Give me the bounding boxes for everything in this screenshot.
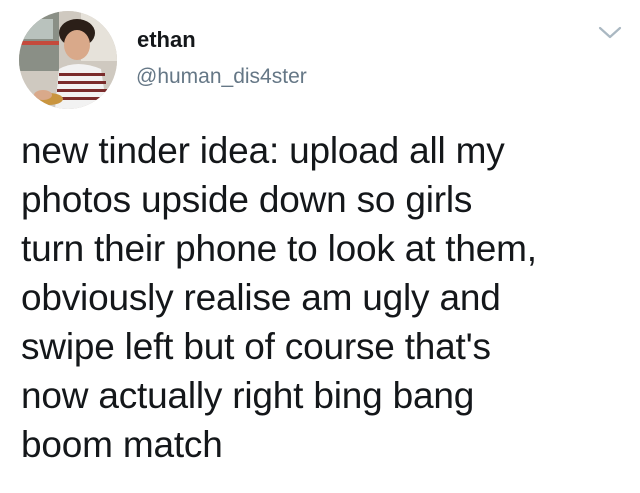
tweet-menu-button[interactable] — [597, 24, 623, 42]
tweet-text: new tinder idea: upload all my photos up… — [21, 130, 537, 465]
author-display-name[interactable]: ethan — [137, 27, 196, 53]
avatar-photo-icon — [19, 11, 117, 109]
tweet-card: ethan @human_dis4ster new tinder idea: u… — [0, 0, 640, 493]
author-handle[interactable]: @human_dis4ster — [136, 65, 307, 89]
chevron-down-icon — [598, 26, 622, 39]
author-avatar[interactable] — [19, 11, 117, 109]
